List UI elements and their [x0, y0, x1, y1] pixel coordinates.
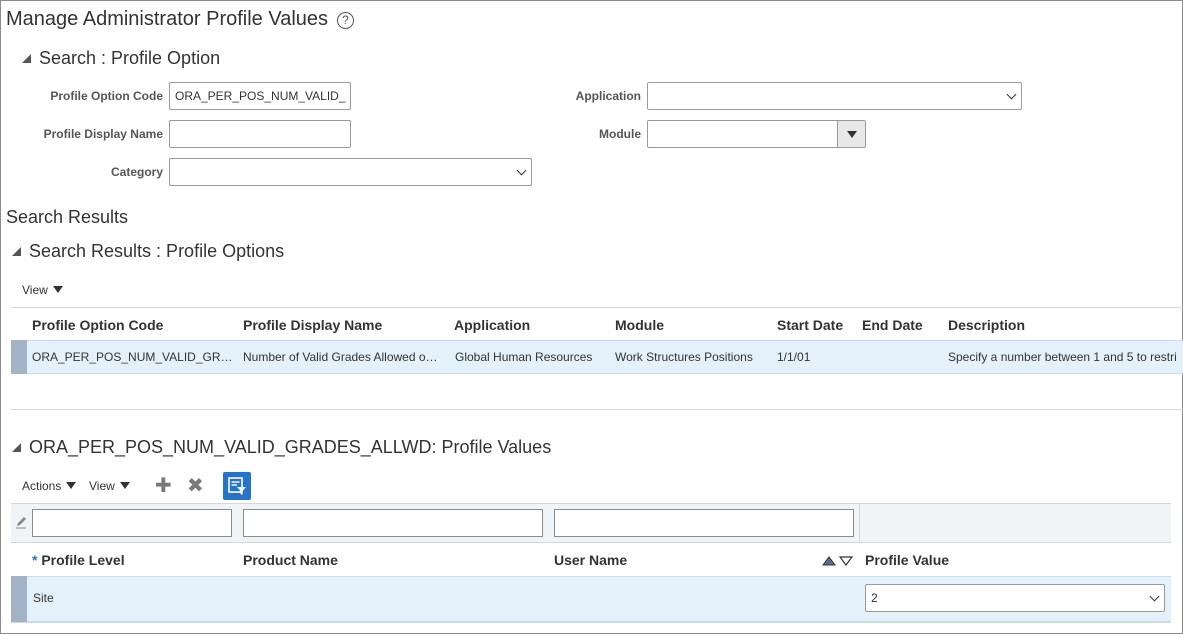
col-header-profile-option-code[interactable]: Profile Option Code: [32, 317, 163, 333]
cell-profile-level: Site: [33, 591, 54, 605]
delete-icon[interactable]: ✖: [187, 476, 204, 496]
values-view-menu[interactable]: View: [89, 479, 130, 493]
cell-start-date: 1/1/01: [777, 350, 811, 364]
profile-value-select[interactable]: 2: [865, 584, 1165, 612]
caret-down-icon: [119, 482, 130, 489]
col-header-description[interactable]: Description: [948, 317, 1025, 333]
filter-product-name-input[interactable]: [243, 509, 543, 537]
table-divider: [11, 307, 1183, 308]
page-title: Manage Administrator Profile Values: [6, 8, 329, 30]
col-header-end-date[interactable]: End Date: [862, 317, 923, 333]
caret-down-icon: [52, 286, 63, 293]
profile-display-name-input[interactable]: [169, 120, 351, 148]
profile-display-name-label: Profile Display Name: [43, 127, 163, 141]
cell-application: Global Human Resources: [455, 350, 593, 364]
col-header-product-name[interactable]: Product Name: [243, 552, 338, 568]
col-header-profile-level[interactable]: * Profile Level: [32, 552, 125, 568]
search-section-title: Search : Profile Option: [39, 48, 221, 68]
filter-profile-level-input[interactable]: [32, 509, 232, 537]
profile-options-section-title: Search Results : Profile Options: [29, 241, 285, 261]
collapse-triangle-icon[interactable]: [22, 54, 31, 63]
profile-options-section-header[interactable]: Search Results : Profile Options: [12, 241, 284, 262]
module-combobox[interactable]: [647, 120, 866, 148]
collapse-triangle-icon[interactable]: [12, 247, 21, 256]
query-by-example-button[interactable]: [223, 472, 251, 500]
collapse-triangle-icon[interactable]: [12, 443, 21, 452]
category-label: Category: [110, 165, 163, 179]
col-header-start-date[interactable]: Start Date: [777, 317, 843, 333]
results-view-menu[interactable]: View: [22, 283, 63, 297]
required-indicator: *: [32, 552, 38, 568]
search-results-title: Search Results: [6, 207, 129, 227]
col-header-profile-display-name[interactable]: Profile Display Name: [243, 317, 382, 333]
caret-down-icon: [66, 482, 77, 489]
profile-option-code-input[interactable]: ORA_PER_POS_NUM_VALID_: [169, 82, 351, 110]
profile-level-header-label: Profile Level: [41, 552, 125, 568]
view-menu-label: View: [89, 479, 115, 493]
sort-arrows-icon[interactable]: [822, 554, 854, 566]
cell-profile-display-name: Number of Valid Grades Allowed o…: [243, 350, 438, 364]
chevron-down-icon: [1149, 591, 1160, 602]
table-bottom-border: [11, 622, 1171, 623]
col-header-application[interactable]: Application: [454, 317, 530, 333]
profile-values-section-header[interactable]: ORA_PER_POS_NUM_VALID_GRADES_ALLWD: Prof…: [12, 437, 551, 458]
col-header-profile-value[interactable]: Profile Value: [865, 552, 949, 568]
chevron-down-icon: [1006, 89, 1017, 100]
row-selection-marker[interactable]: [11, 576, 27, 622]
search-section-header[interactable]: Search : Profile Option: [22, 48, 220, 69]
cell-profile-option-code: ORA_PER_POS_NUM_VALID_GR…: [32, 350, 233, 364]
profile-values-section-title: ORA_PER_POS_NUM_VALID_GRADES_ALLWD: Prof…: [29, 437, 552, 457]
module-dropdown-button[interactable]: [837, 121, 865, 147]
filter-user-name-input[interactable]: [554, 509, 854, 537]
cell-module: Work Structures Positions: [615, 350, 753, 364]
filter-icon: [228, 477, 246, 495]
application-label: Application: [575, 89, 641, 103]
col-header-user-name[interactable]: User Name: [554, 552, 627, 568]
section-divider: [11, 409, 1183, 410]
cell-description: Specify a number between 1 and 5 to rest…: [948, 350, 1177, 364]
filter-cell-divider: [859, 504, 860, 542]
category-select[interactable]: [169, 158, 532, 186]
add-icon[interactable]: ✚: [155, 476, 172, 496]
row-selection-marker[interactable]: [11, 340, 27, 374]
profile-value: 2: [871, 591, 878, 605]
col-header-module[interactable]: Module: [615, 317, 664, 333]
help-icon[interactable]: ?: [337, 12, 354, 29]
view-menu-label: View: [22, 283, 48, 297]
profile-option-code-label: Profile Option Code: [50, 89, 163, 103]
actions-menu-label: Actions: [22, 479, 62, 493]
application-select[interactable]: [647, 82, 1022, 110]
edit-pencil-icon: [15, 515, 27, 529]
chevron-down-icon: [516, 165, 527, 176]
actions-menu[interactable]: Actions: [22, 479, 77, 493]
module-label: Module: [599, 127, 641, 141]
